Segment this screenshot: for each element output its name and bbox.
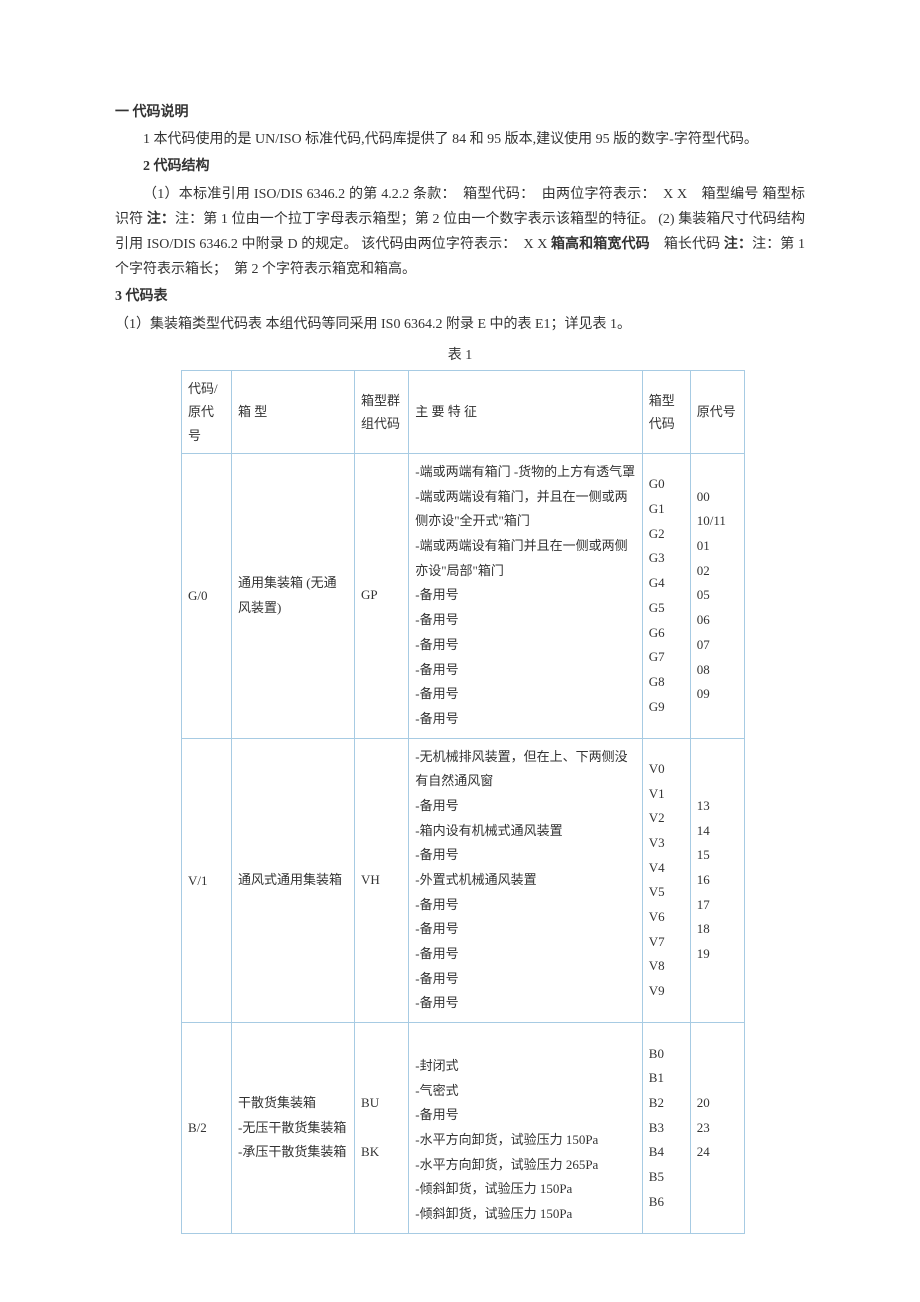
document-page: 一 代码说明 1 本代码使用的是 UN/ISO 标准代码,代码库提供了 84 和… <box>115 0 805 1274</box>
cell-group: BU BK <box>355 1023 409 1234</box>
cell-typecodes: V0 V1 V2 V3 V4 V5 V6 V7 V8 V9 <box>642 738 690 1023</box>
cell-group: GP <box>355 454 409 739</box>
structure-1-note-label: 注： <box>147 212 175 227</box>
cell-group: VH <box>355 738 409 1023</box>
cell-type: 通用集装箱 (无通风装置) <box>232 454 355 739</box>
table-row: V/1 通风式通用集装箱 VH -无机械排风装置，但在上、下两侧没有自然通风窗 … <box>182 738 745 1023</box>
heading-code-structure: 2 代码结构 <box>115 154 805 179</box>
paragraph-structure-1: （1）本标准引用 ISO/DIS 6346.2 的第 4.2.2 条款： 箱型代… <box>115 182 805 283</box>
structure-2-bold: 箱高和箱宽代码 <box>551 237 650 252</box>
cell-orig: 00 10/11 01 02 05 06 07 08 09 <box>690 454 744 739</box>
container-type-table: 代码/原代号 箱 型 箱型群组代码 主 要 特 征 箱型代码 原代号 G/0 通… <box>181 370 745 1234</box>
cell-orig: 20 23 24 <box>690 1023 744 1234</box>
th-code: 代码/原代号 <box>182 370 232 453</box>
paragraph-table-intro: （1）集装箱类型代码表 本组代码等同采用 IS0 6364.2 附录 E 中的表… <box>115 312 805 337</box>
heading-code-table: 3 代码表 <box>115 284 805 309</box>
cell-code: B/2 <box>182 1023 232 1234</box>
cell-code: V/1 <box>182 738 232 1023</box>
th-orig: 原代号 <box>690 370 744 453</box>
cell-features: -无机械排风装置，但在上、下两侧没有自然通风窗 -备用号 -箱内设有机械式通风装… <box>409 738 643 1023</box>
structure-1-note: 注：第 1 位由一个拉丁字母表示箱型；第 2 位由一个数字表示该箱型的特征。 <box>175 212 655 227</box>
table-row: B/2 干散货集装箱 -无压干散货集装箱 -承压干散货集装箱 BU BK -封闭… <box>182 1023 745 1234</box>
cell-type: 通风式通用集装箱 <box>232 738 355 1023</box>
cell-features: -封闭式 -气密式 -备用号 -水平方向卸货，试验压力 150Pa -水平方向卸… <box>409 1023 643 1234</box>
th-features: 主 要 特 征 <box>409 370 643 453</box>
cell-features: -端或两端有箱门 -货物的上方有透气罩 -端或两端设有箱门，并且在一侧或两侧亦设… <box>409 454 643 739</box>
structure-2-note-label: 注： <box>724 237 752 252</box>
th-typecode: 箱型代码 <box>642 370 690 453</box>
paragraph-code-usage: 1 本代码使用的是 UN/ISO 标准代码,代码库提供了 84 和 95 版本,… <box>115 127 805 152</box>
table-caption: 表 1 <box>115 343 805 368</box>
cell-type: 干散货集装箱 -无压干散货集装箱 -承压干散货集装箱 <box>232 1023 355 1234</box>
cell-orig: 13 14 15 16 17 18 19 <box>690 738 744 1023</box>
cell-typecodes: G0 G1 G2 G3 G4 G5 G6 G7 G8 G9 <box>642 454 690 739</box>
th-group: 箱型群组代码 <box>355 370 409 453</box>
table-header-row: 代码/原代号 箱 型 箱型群组代码 主 要 特 征 箱型代码 原代号 <box>182 370 745 453</box>
heading-code-explanation: 一 代码说明 <box>115 100 805 125</box>
table-row: G/0 通用集装箱 (无通风装置) GP -端或两端有箱门 -货物的上方有透气罩… <box>182 454 745 739</box>
cell-typecodes: B0 B1 B2 B3 B4 B5 B6 <box>642 1023 690 1234</box>
cell-code: G/0 <box>182 454 232 739</box>
structure-2-tail: 箱长代码 <box>650 237 724 252</box>
th-type: 箱 型 <box>232 370 355 453</box>
